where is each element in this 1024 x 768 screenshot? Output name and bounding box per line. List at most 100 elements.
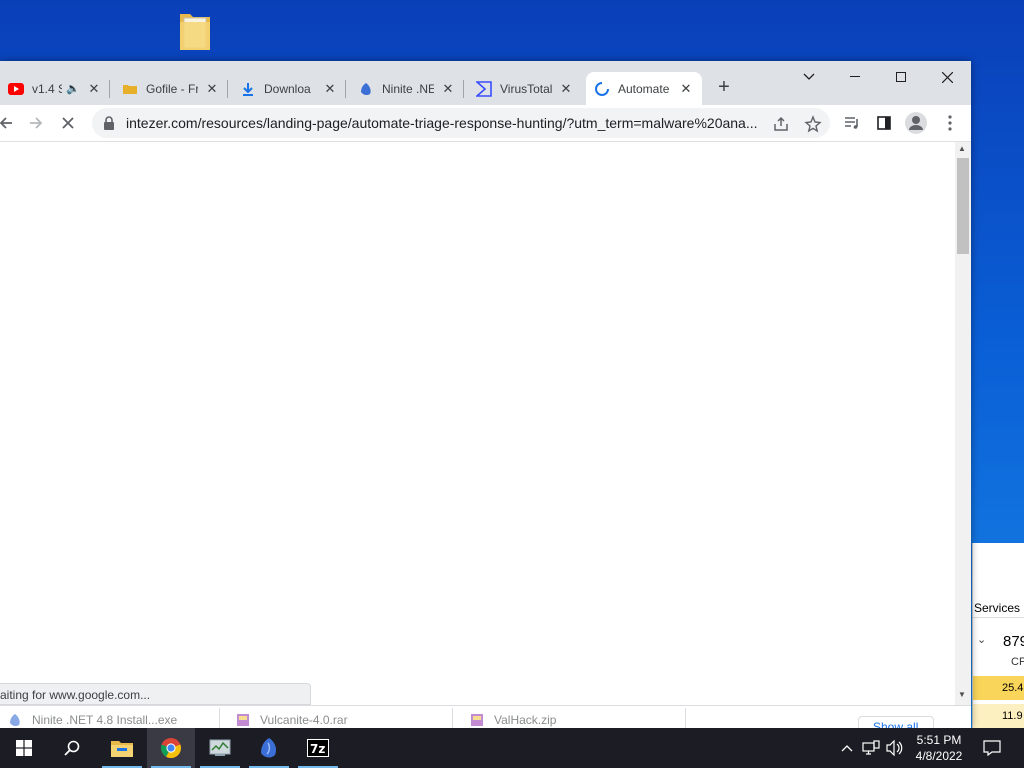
windows-logo-icon bbox=[16, 740, 32, 756]
url-text[interactable]: intezer.com/resources/landing-page/autom… bbox=[126, 115, 766, 131]
chevron-down-icon bbox=[803, 73, 815, 80]
virustotal-icon bbox=[476, 80, 492, 97]
side-panel-icon bbox=[877, 116, 891, 130]
maximize-button[interactable] bbox=[878, 63, 924, 91]
speaker-icon[interactable]: 🔈 bbox=[66, 82, 80, 95]
download-shelf: Ninite .NET 4.8 Install...exe Vulcanite-… bbox=[0, 705, 971, 729]
chrome-menu-button[interactable] bbox=[938, 111, 962, 135]
loading-spinner-icon bbox=[594, 81, 610, 97]
page-content[interactable]: ▲ ▼ aiting for www.google.com... Ninite … bbox=[0, 141, 971, 729]
cpu-column-header[interactable]: CP bbox=[1011, 656, 1024, 668]
ninite-icon bbox=[8, 713, 22, 727]
chevron-up-icon bbox=[841, 745, 853, 752]
ninite-icon bbox=[358, 81, 374, 97]
tab-title: VirusTotal bbox=[500, 81, 552, 96]
toolbar: intezer.com/resources/landing-page/autom… bbox=[0, 105, 971, 141]
tab-separator bbox=[227, 80, 228, 98]
download-separator bbox=[452, 708, 453, 729]
tab-gofile[interactable]: Gofile - Fr ✕ bbox=[114, 72, 228, 105]
gofile-icon bbox=[122, 81, 138, 97]
download-filename: Ninite .NET 4.8 Install...exe bbox=[32, 713, 178, 727]
close-tab-icon[interactable]: ✕ bbox=[204, 81, 220, 97]
tab-separator bbox=[345, 80, 346, 98]
lock-icon[interactable] bbox=[102, 116, 116, 130]
action-center-button[interactable] bbox=[980, 728, 1004, 768]
close-tab-icon[interactable]: ✕ bbox=[678, 81, 694, 97]
tab-automate-active[interactable]: Automate ✕ bbox=[586, 72, 702, 105]
task-manager-taskbar[interactable] bbox=[196, 728, 244, 768]
download-icon bbox=[240, 81, 256, 97]
network-tray-button[interactable] bbox=[860, 728, 882, 768]
chrome-window: v1.4 S 🔈 ✕ Gofile - Fr ✕ Downloa ✕ Ninit… bbox=[0, 61, 971, 729]
tab-strip: v1.4 S 🔈 ✕ Gofile - Fr ✕ Downloa ✕ Ninit… bbox=[0, 61, 971, 105]
tab-search-button[interactable] bbox=[786, 63, 832, 91]
status-bubble: aiting for www.google.com... bbox=[0, 683, 311, 705]
tab-virustotal[interactable]: VirusTotal ✕ bbox=[468, 72, 582, 105]
download-item[interactable]: ValHack.zip bbox=[470, 710, 556, 729]
profile-button[interactable] bbox=[904, 111, 928, 135]
vertical-scrollbar[interactable]: ▲ ▼ bbox=[955, 142, 971, 705]
scrollbar-thumb[interactable] bbox=[957, 158, 969, 254]
new-tab-button[interactable]: + bbox=[712, 76, 736, 100]
desktop-folder-icon[interactable] bbox=[178, 10, 212, 52]
close-icon bbox=[941, 71, 953, 83]
download-separator bbox=[685, 708, 686, 729]
7zip-taskbar[interactable]: 7z bbox=[294, 728, 342, 768]
volume-tray-button[interactable] bbox=[884, 728, 906, 768]
clock[interactable]: 5:51 PM 4/8/2022 bbox=[908, 732, 970, 764]
stop-icon bbox=[62, 117, 74, 129]
download-item[interactable]: Ninite .NET 4.8 Install...exe bbox=[8, 710, 177, 729]
close-tab-icon[interactable]: ✕ bbox=[440, 81, 456, 97]
chevron-down-icon[interactable]: ⌄ bbox=[977, 633, 986, 646]
taskbar: 7z 5:51 PM 4/8/2022 bbox=[0, 728, 1024, 768]
process-cpu-value: 11.9 bbox=[973, 704, 1024, 728]
tab-title: Ninite .NE bbox=[382, 81, 434, 96]
task-manager-services-tab[interactable]: Services bbox=[973, 596, 1024, 618]
search-button[interactable] bbox=[48, 728, 96, 768]
tab-separator bbox=[109, 80, 110, 98]
close-window-button[interactable] bbox=[924, 63, 970, 91]
forward-button[interactable] bbox=[24, 111, 48, 135]
close-tab-icon[interactable]: ✕ bbox=[322, 81, 338, 97]
back-arrow-icon bbox=[0, 117, 12, 129]
task-manager-window[interactable]: Services ⌄ 879 CP 25.4 11.9 bbox=[972, 543, 1024, 728]
svg-text:7z: 7z bbox=[310, 742, 325, 756]
close-tab-icon[interactable]: ✕ bbox=[86, 81, 102, 97]
ninite-taskbar[interactable] bbox=[245, 728, 293, 768]
share-icon[interactable] bbox=[772, 115, 790, 133]
forward-arrow-icon bbox=[30, 117, 43, 129]
download-separator bbox=[219, 708, 220, 729]
download-item[interactable]: Vulcanite-4.0.rar bbox=[236, 710, 348, 729]
cpu-percentage: 879 bbox=[1003, 633, 1024, 650]
close-tab-icon[interactable]: ✕ bbox=[558, 81, 574, 97]
clock-time: 5:51 PM bbox=[916, 733, 962, 747]
stop-loading-button[interactable] bbox=[56, 111, 80, 135]
tab-title: v1.4 S bbox=[32, 81, 63, 96]
ninite-icon bbox=[261, 738, 277, 758]
show-hidden-icons-button[interactable] bbox=[838, 728, 856, 768]
tab-title: Automate bbox=[618, 81, 670, 96]
chrome-taskbar[interactable] bbox=[147, 728, 195, 768]
tab-separator bbox=[463, 80, 464, 98]
search-icon bbox=[64, 740, 80, 756]
star-icon[interactable] bbox=[804, 115, 822, 133]
media-control-button[interactable] bbox=[840, 111, 864, 135]
address-bar[interactable]: intezer.com/resources/landing-page/autom… bbox=[92, 108, 830, 138]
archive-icon bbox=[470, 713, 484, 727]
chrome-icon bbox=[161, 738, 181, 759]
volume-icon bbox=[886, 740, 903, 756]
scroll-down-icon[interactable]: ▼ bbox=[958, 690, 966, 699]
tab-title: Downloa bbox=[264, 81, 311, 96]
media-queue-icon bbox=[845, 117, 858, 129]
tab-youtube[interactable]: v1.4 S 🔈 ✕ bbox=[0, 72, 110, 105]
download-filename: Vulcanite-4.0.rar bbox=[260, 713, 348, 727]
start-button[interactable] bbox=[0, 728, 48, 768]
minimize-button[interactable] bbox=[832, 63, 878, 91]
file-explorer-taskbar[interactable] bbox=[98, 728, 146, 768]
tab-download[interactable]: Downloa ✕ bbox=[232, 72, 346, 105]
tab-ninite[interactable]: Ninite .NE ✕ bbox=[350, 72, 464, 105]
side-panel-button[interactable] bbox=[872, 111, 896, 135]
back-button[interactable] bbox=[0, 111, 18, 135]
scroll-up-icon[interactable]: ▲ bbox=[958, 144, 966, 153]
network-icon bbox=[862, 740, 880, 755]
